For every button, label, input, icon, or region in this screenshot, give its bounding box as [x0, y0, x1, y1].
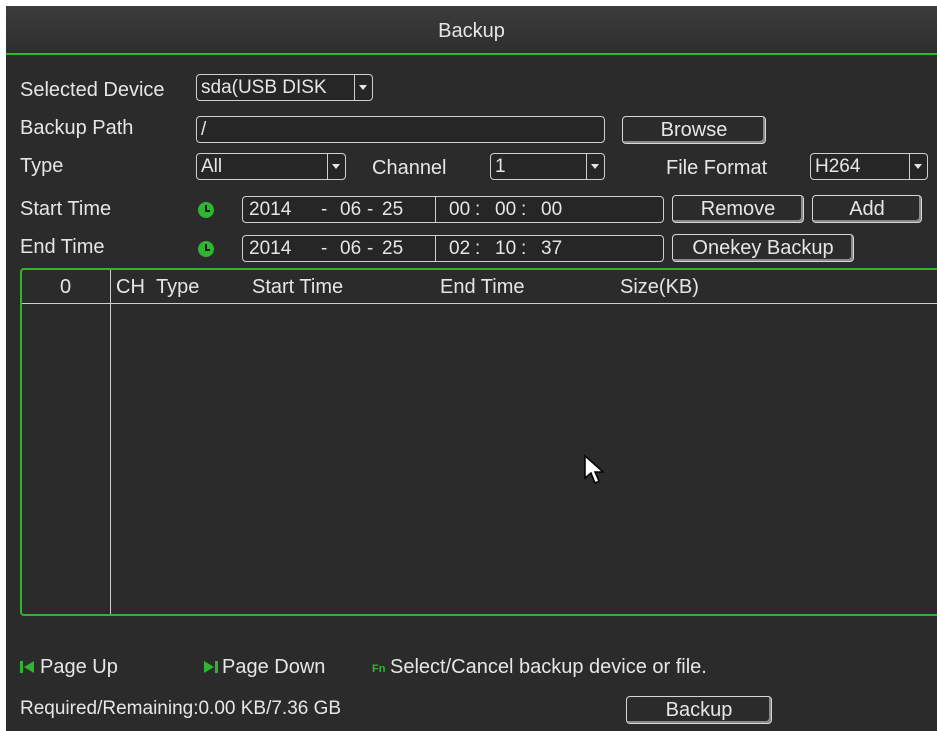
channel-dropdown[interactable]: 1: [490, 153, 605, 180]
chevron-down-icon[interactable]: [354, 75, 372, 100]
date-separator: -: [321, 199, 328, 220]
time-separator: :: [521, 199, 527, 220]
time-separator: :: [475, 199, 481, 220]
page-up-icon: [20, 661, 34, 673]
chevron-down-icon[interactable]: [909, 154, 927, 179]
type-value: All: [201, 156, 223, 177]
add-button[interactable]: Add: [812, 195, 922, 223]
column-header-end-time[interactable]: End Time: [440, 276, 524, 299]
clock-icon: [198, 241, 214, 257]
mouse-cursor-icon: [584, 454, 605, 485]
header-divider: [22, 303, 937, 304]
end-day[interactable]: 25: [382, 236, 403, 261]
file-format-label: File Format: [666, 157, 768, 179]
page-up-hint: Page Up: [40, 656, 118, 678]
start-minute[interactable]: 00: [495, 197, 516, 222]
chevron-down-icon[interactable]: [327, 154, 345, 179]
column-header-ch[interactable]: CH: [116, 276, 145, 299]
window-title: Backup: [6, 6, 937, 55]
page-down-icon: [204, 661, 218, 673]
type-dropdown[interactable]: All: [196, 153, 346, 180]
onekey-backup-button[interactable]: Onekey Backup: [672, 234, 854, 262]
type-label: Type: [20, 155, 64, 177]
fn-hint: Select/Cancel backup device or file.: [390, 656, 707, 678]
browse-button[interactable]: Browse: [622, 116, 766, 144]
end-hour[interactable]: 02: [449, 236, 470, 261]
date-separator: -: [367, 238, 374, 259]
time-separator: :: [521, 238, 527, 259]
end-month[interactable]: 06: [340, 236, 361, 261]
start-time-field[interactable]: 2014 - 06 - 25 00 : 00 : 00: [242, 196, 664, 223]
column-header-size[interactable]: Size(KB): [620, 276, 699, 299]
channel-value: 1: [495, 156, 506, 177]
date-separator: -: [321, 238, 328, 259]
column-header-type[interactable]: Type: [156, 276, 199, 299]
field-divider: [435, 197, 436, 222]
start-time-label: Start Time: [20, 198, 112, 220]
file-format-dropdown[interactable]: H264: [810, 153, 928, 180]
field-divider: [435, 236, 436, 261]
start-year[interactable]: 2014: [249, 197, 291, 222]
end-second[interactable]: 37: [541, 236, 562, 261]
backup-path-label: Backup Path: [20, 117, 134, 139]
backup-file-list[interactable]: 0 CH Type Start Time End Time Size(KB): [20, 268, 937, 616]
column-header-start-time[interactable]: Start Time: [252, 276, 343, 299]
date-separator: -: [367, 199, 374, 220]
column-divider: [110, 270, 111, 614]
backup-path-field[interactable]: /: [196, 116, 605, 143]
start-month[interactable]: 06: [340, 197, 361, 222]
page-down-hint: Page Down: [222, 656, 326, 678]
start-second[interactable]: 00: [541, 197, 562, 222]
selected-device-value: sda(USB DISK: [201, 77, 327, 98]
file-format-value: H264: [815, 156, 861, 177]
clock-icon: [198, 202, 214, 218]
backup-button[interactable]: Backup: [626, 696, 772, 724]
time-separator: :: [475, 238, 481, 259]
end-time-field[interactable]: 2014 - 06 - 25 02 : 10 : 37: [242, 235, 664, 262]
selected-device-label: Selected Device: [20, 79, 165, 101]
channel-label: Channel: [372, 157, 447, 179]
end-time-label: End Time: [20, 236, 105, 258]
end-minute[interactable]: 10: [495, 236, 516, 261]
chevron-down-icon[interactable]: [586, 154, 604, 179]
end-year[interactable]: 2014: [249, 236, 291, 261]
selected-device-dropdown[interactable]: sda(USB DISK: [196, 74, 373, 101]
required-remaining-status: Required/Remaining:0.00 KB/7.36 GB: [20, 698, 342, 719]
remove-button[interactable]: Remove: [672, 195, 804, 223]
fn-key-icon: Fn: [372, 663, 386, 675]
start-day[interactable]: 25: [382, 197, 403, 222]
start-hour[interactable]: 00: [449, 197, 470, 222]
backup-window: Backup Selected Device sda(USB DISK Back…: [6, 6, 937, 731]
file-count: 0: [60, 276, 72, 298]
